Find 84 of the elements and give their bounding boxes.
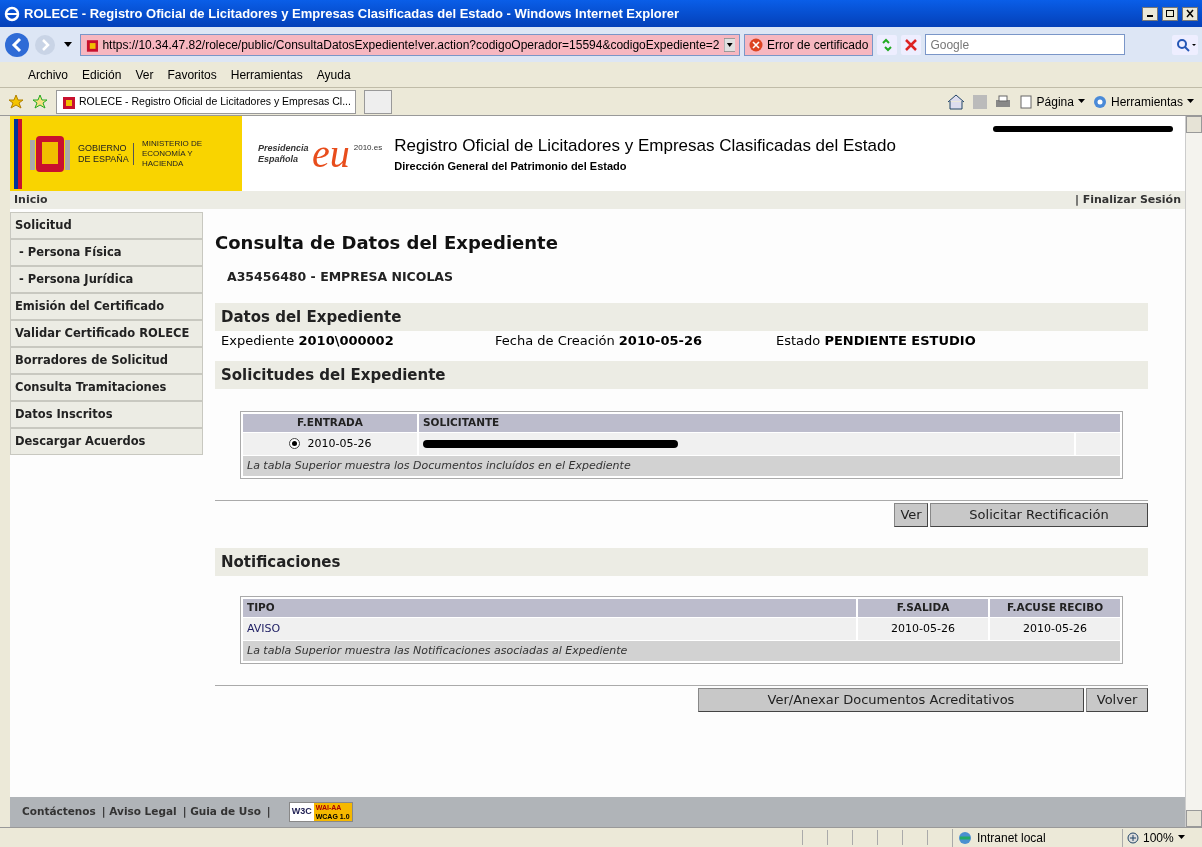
- minimize-icon[interactable]: [1142, 6, 1158, 21]
- sidebar-item[interactable]: - Persona Física: [10, 239, 203, 266]
- menu-item[interactable]: Ayuda: [316, 65, 351, 84]
- table-cell: 2010-05-26: [858, 617, 988, 640]
- home-link[interactable]: Inicio: [14, 191, 48, 209]
- column-header: F.SALIDA: [858, 598, 988, 617]
- zoom-icon: [1127, 831, 1139, 844]
- footer-link[interactable]: Contáctenos: [22, 804, 96, 820]
- action-button[interactable]: Ver: [894, 502, 928, 527]
- field-value: Estado PENDIENTE ESTUDIO: [776, 332, 976, 350]
- close-glyph-icon: [1185, 9, 1195, 18]
- printer-icon[interactable]: [994, 94, 1011, 109]
- table-link[interactable]: AVISO: [243, 617, 856, 640]
- menu-item[interactable]: Favoritos: [167, 65, 217, 84]
- caret-icon: [1177, 835, 1185, 840]
- globe-icon: [957, 830, 973, 845]
- section-heading: Datos del Expediente: [215, 302, 1148, 331]
- dropdown-icon[interactable]: [723, 37, 735, 52]
- page-icon: [61, 94, 75, 109]
- sidebar-item[interactable]: Solicitud: [10, 212, 203, 239]
- action-button[interactable]: Volver: [1086, 687, 1148, 712]
- toolbar-menu-button[interactable]: Herramientas: [1092, 92, 1194, 111]
- page-title: Consulta de Datos del Expediente: [215, 231, 559, 255]
- radio-button[interactable]: [288, 438, 300, 450]
- footer-link[interactable]: | Aviso Legal: [101, 804, 177, 820]
- site-subtitle: Dirección General del Patrimonio del Estado: [394, 159, 628, 174]
- logout-link[interactable]: | Finalizar Sesión: [1074, 191, 1181, 209]
- sidebar-item[interactable]: - Persona Jurídica: [10, 266, 203, 293]
- table-cell: [1076, 432, 1120, 455]
- government-logo: GOBIERNO DE ESPAÑA MINISTERIO DE ECONOMÍA Y HACIENDA: [10, 116, 242, 191]
- column-header: F.ENTRADA: [243, 413, 417, 432]
- menu-item[interactable]: Archivo: [28, 65, 68, 84]
- flag-icon: [14, 118, 22, 189]
- field-value: Expediente 2010\000002: [221, 332, 395, 350]
- footer-link[interactable]: |: [266, 804, 271, 820]
- certificate-error-button[interactable]: Error de certificado: [744, 33, 874, 56]
- table-cell: 2010-05-26: [243, 432, 417, 455]
- search-field[interactable]: Google: [925, 34, 1126, 55]
- footer-link[interactable]: | Guia de Uso: [182, 804, 261, 820]
- caret-icon: [1077, 99, 1085, 104]
- close-icon[interactable]: [1182, 6, 1198, 21]
- sidebar-item[interactable]: Descargar Acuerdos: [10, 428, 203, 455]
- refresh-icon[interactable]: [877, 34, 898, 55]
- maximize-glyph-icon: [1165, 9, 1175, 18]
- back-icon[interactable]: [4, 31, 30, 58]
- column-header: SOLICITANTE: [419, 413, 1120, 432]
- search-icon[interactable]: [1172, 34, 1198, 55]
- section-heading: Notificaciones: [215, 547, 1148, 576]
- scrollbar[interactable]: [1185, 116, 1202, 827]
- sidebar-item[interactable]: Borradores de Solicitud: [10, 347, 203, 374]
- column-header: F.ACUSE RECIBO: [990, 598, 1120, 617]
- table-cell: 2010-05-26: [990, 617, 1120, 640]
- caret-icon[interactable]: [64, 41, 72, 48]
- browser-logo-icon: [4, 5, 20, 22]
- site-title: Registro Oficial de Licitadores y Empresas Clasificadas del Estado: [394, 134, 896, 157]
- action-button[interactable]: Ver/Anexar Documentos Acreditativos: [698, 687, 1084, 712]
- browser-tab[interactable]: ROLECE - Registro Oficial de Licitadores y Empresas Cl...: [56, 89, 356, 114]
- sidebar-item[interactable]: Emisión del Certificado: [10, 293, 203, 320]
- table-caption: La tabla Superior muestra los Documentos incluídos en el Expediente: [243, 455, 1120, 476]
- sidebar-item[interactable]: Consulta Tramitaciones: [10, 374, 203, 401]
- action-button[interactable]: Solicitar Rectificación: [930, 502, 1148, 527]
- menu-item[interactable]: Edición: [82, 65, 122, 84]
- stop-icon[interactable]: [901, 34, 922, 55]
- field-value: Fecha de Creación 2010-05-26: [495, 332, 703, 350]
- star-icon[interactable]: [8, 93, 24, 110]
- section-heading: Solicitudes del Expediente: [215, 360, 1148, 389]
- page-icon: [85, 37, 99, 52]
- security-zone: Intranet local: [952, 828, 1122, 847]
- company-name: A35456480 - EMPRESA NICOLAS: [227, 268, 455, 286]
- table-caption: La tabla Superior muestra las Notificaciones asociadas al Expediente: [243, 640, 1120, 661]
- column-header: TIPO: [243, 598, 856, 617]
- home-icon[interactable]: [946, 93, 965, 110]
- menu-item[interactable]: Herramientas: [230, 65, 303, 84]
- zoom-button[interactable]: 100%: [1122, 828, 1202, 847]
- menu-item[interactable]: Ver: [135, 65, 154, 84]
- error-icon: [749, 37, 763, 52]
- sidebar-item[interactable]: Datos Inscritos: [10, 401, 203, 428]
- page-icon: [1018, 94, 1033, 109]
- window-title: ROLECE - Registro Oficial de Licitadores y Empresas Clasificadas del Estado - Windows Internet Explorer: [24, 4, 680, 23]
- sidebar-item[interactable]: Validar Certificado ROLECE: [10, 320, 203, 347]
- maximize-icon[interactable]: [1162, 6, 1178, 21]
- address-field[interactable]: https://10.34.47.82/rolece/public/ConsultaDatosExpediente!ver.action?codigoOperador=15594&codigoExpediente=2: [80, 33, 740, 56]
- toolbar-menu-button[interactable]: Página: [1018, 92, 1085, 111]
- caret-icon: [1187, 99, 1194, 104]
